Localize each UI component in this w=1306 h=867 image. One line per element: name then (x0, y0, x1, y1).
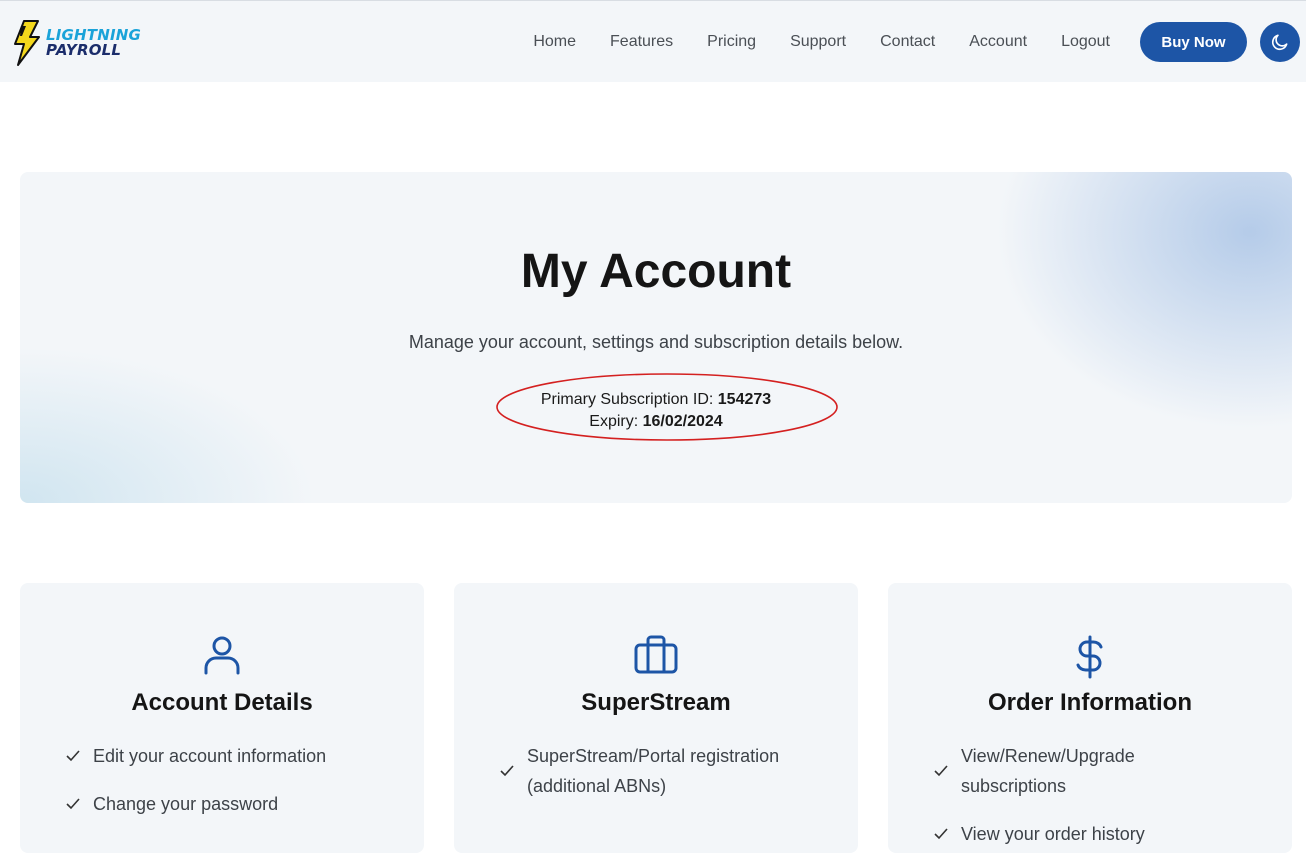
list-item-label: Change your password (93, 794, 279, 814)
list-item-label: View your order history (961, 824, 1145, 844)
superstream-card[interactable]: SuperStream SuperStream/Portal registrat… (454, 583, 858, 853)
account-hero: My Account Manage your account, settings… (20, 172, 1292, 503)
site-header: LIGHTNING PAYROLL Home Features Pricing … (0, 0, 1306, 82)
main-nav: Home Features Pricing Support Contact Ac… (533, 1, 1306, 83)
brand-logo[interactable]: LIGHTNING PAYROLL (12, 19, 162, 67)
subscription-id-label: Primary Subscription ID: (540, 391, 718, 408)
list-item[interactable]: Change your password (66, 789, 394, 819)
subscription-id-value: 154273 (717, 391, 772, 408)
card-title: SuperStream (581, 689, 731, 716)
check-icon (934, 765, 950, 777)
expiry-value: 16/02/2024 (642, 413, 723, 430)
nav-pricing[interactable]: Pricing (707, 33, 756, 51)
account-details-card[interactable]: Account Details Edit your account inform… (20, 583, 424, 853)
order-information-card[interactable]: Order Information View/Renew/Upgrade sub… (888, 583, 1292, 853)
feature-list: View/Renew/Upgrade subscriptions View yo… (934, 741, 1152, 867)
list-item-label: Edit your account information (93, 746, 327, 766)
card-title: Account Details (131, 689, 313, 716)
feature-list: Edit your account information Change you… (66, 741, 394, 837)
subscription-id-row: Primary Subscription ID: 154273 (20, 389, 1292, 411)
briefcase-icon (634, 635, 678, 674)
page-title: My Account (520, 245, 792, 298)
list-item[interactable]: View/Renew/Upgrade subscriptions (934, 741, 1152, 801)
dollar-icon (1076, 635, 1103, 679)
theme-toggle-button[interactable] (1260, 22, 1300, 62)
nav-contact[interactable]: Contact (880, 33, 935, 51)
user-icon (204, 636, 240, 675)
expiry-row: Expiry: 16/02/2024 (20, 411, 1292, 433)
nav-support[interactable]: Support (790, 33, 846, 51)
brand-line-2: PAYROLL (46, 41, 122, 59)
list-item-label: SuperStream/Portal registration (additio… (527, 746, 780, 796)
moon-icon (1271, 34, 1288, 51)
check-icon (500, 765, 516, 777)
brand-wordmark: LIGHTNING PAYROLL (46, 28, 141, 58)
page-subtitle: Manage your account, settings and subscr… (408, 332, 904, 352)
lightning-bolt-icon (14, 20, 40, 66)
card-title: Order Information (987, 689, 1192, 716)
list-item[interactable]: View your order history (934, 819, 1152, 849)
expiry-label: Expiry: (589, 413, 643, 430)
subscription-info: Primary Subscription ID: 154273 Expiry: … (20, 389, 1292, 433)
nav-features[interactable]: Features (610, 33, 673, 51)
feature-list: SuperStream/Portal registration (additio… (500, 741, 808, 819)
list-item-label: View/Renew/Upgrade subscriptions (961, 746, 1135, 796)
nav-home[interactable]: Home (533, 33, 576, 51)
list-item[interactable]: SuperStream/Portal registration (additio… (500, 741, 808, 801)
buy-now-button[interactable]: Buy Now (1140, 22, 1247, 62)
check-icon (66, 750, 82, 762)
check-icon (66, 798, 82, 810)
nav-logout[interactable]: Logout (1061, 33, 1110, 51)
check-icon (934, 828, 950, 840)
nav-account[interactable]: Account (969, 33, 1027, 51)
list-item[interactable]: Edit your account information (66, 741, 394, 771)
